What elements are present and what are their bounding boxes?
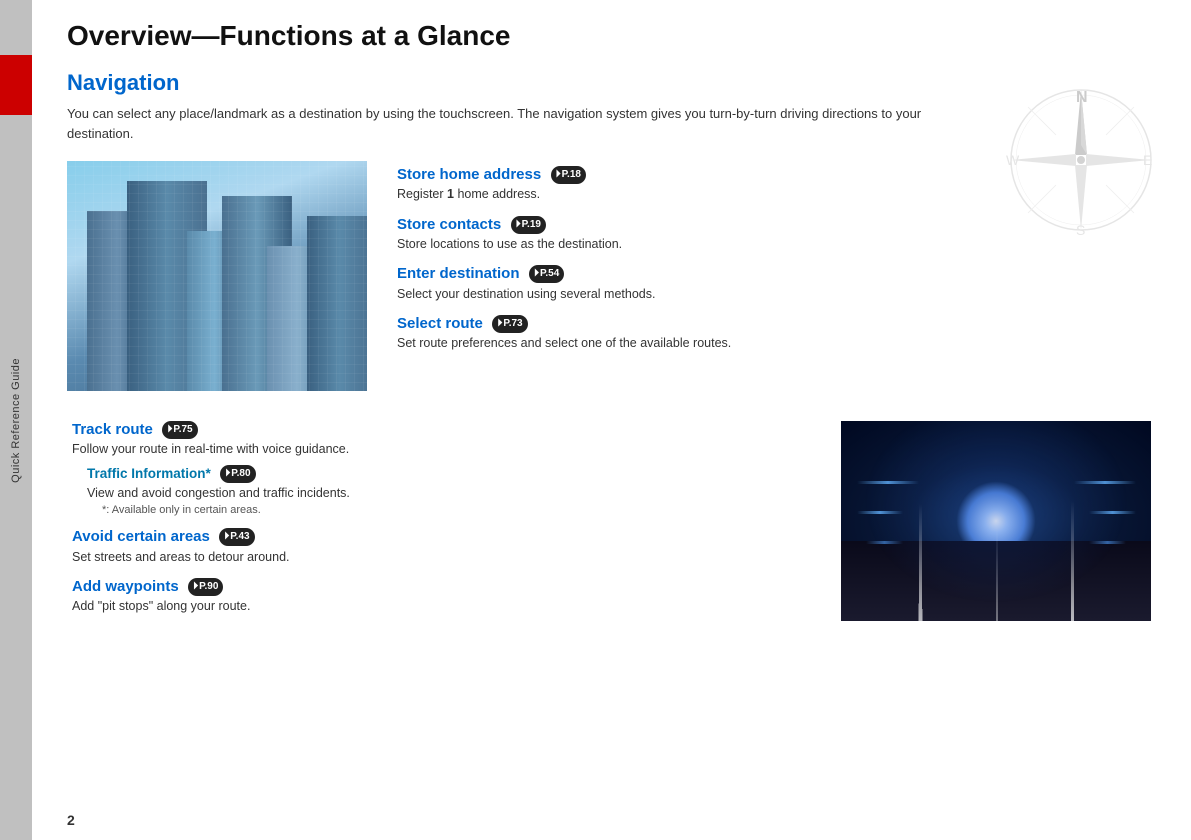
sub-feature-traffic: Traffic Information* P.80 View and avoid… [72, 465, 811, 517]
badge-p75: P.75 [162, 421, 197, 439]
sidebar-red-bar [0, 55, 32, 115]
feature-title-traffic: Traffic Information* [87, 466, 211, 481]
feature-title-enter-destination: Enter destination [397, 266, 520, 283]
upper-row: Store home address P.18 Register 1 home … [67, 161, 1151, 391]
badge-p90: P.90 [188, 578, 223, 596]
compass-decoration: N S E W [1001, 80, 1161, 240]
feature-select-route: Select route P.73 Set route preferences … [397, 315, 1151, 353]
lower-row: Track route P.75 Follow your route in re… [67, 421, 1151, 628]
sidebar: Quick Reference Guide [0, 0, 32, 840]
feature-desc-avoid-areas: Set streets and areas to detour around. [72, 549, 811, 567]
page-number: 2 [67, 812, 75, 828]
badge-p18: P.18 [551, 166, 586, 184]
badge-p19: P.19 [511, 216, 546, 234]
tunnel-image [841, 421, 1151, 621]
section-title: Navigation [67, 70, 1151, 96]
feature-title-track-route: Track route [72, 421, 153, 438]
badge-p43: P.43 [219, 528, 254, 546]
feature-desc-add-waypoints: Add "pit stops" along your route. [72, 598, 811, 616]
intro-text: You can select any place/landmark as a d… [67, 104, 967, 143]
traffic-note: *: Available only in certain areas. [87, 504, 811, 516]
lower-feature-list: Track route P.75 Follow your route in re… [67, 421, 811, 628]
badge-p73: P.73 [492, 315, 527, 333]
feature-add-waypoints: Add waypoints P.90 Add "pit stops" along… [72, 578, 811, 616]
main-content: N S E W Overview—Functions at a Glance N… [32, 0, 1191, 840]
svg-text:S: S [1076, 222, 1085, 238]
feature-enter-destination: Enter destination P.54 Select your desti… [397, 265, 1151, 303]
page-title: Overview—Functions at a Glance [67, 20, 1151, 52]
feature-track-route: Track route P.75 Follow your route in re… [72, 421, 811, 516]
svg-text:E: E [1143, 152, 1152, 168]
feature-title-select-route: Select route [397, 315, 483, 332]
feature-title-store-contacts: Store contacts [397, 216, 501, 233]
building-image [67, 161, 367, 391]
feature-avoid-areas: Avoid certain areas P.43 Set streets and… [72, 528, 811, 566]
feature-title-store-home: Store home address [397, 166, 541, 183]
svg-text:W: W [1006, 152, 1020, 168]
feature-desc-enter-destination: Select your destination using several me… [397, 286, 1151, 304]
svg-text:N: N [1076, 89, 1088, 106]
feature-title-avoid-areas: Avoid certain areas [72, 529, 210, 546]
feature-desc-traffic: View and avoid congestion and traffic in… [87, 485, 811, 503]
feature-desc-track-route: Follow your route in real-time with voic… [72, 441, 811, 459]
badge-p54: P.54 [529, 265, 564, 283]
feature-title-add-waypoints: Add waypoints [72, 578, 179, 595]
feature-desc-select-route: Set route preferences and select one of … [397, 335, 1151, 353]
badge-p80: P.80 [220, 465, 255, 483]
sidebar-label: Quick Reference Guide [10, 358, 22, 483]
